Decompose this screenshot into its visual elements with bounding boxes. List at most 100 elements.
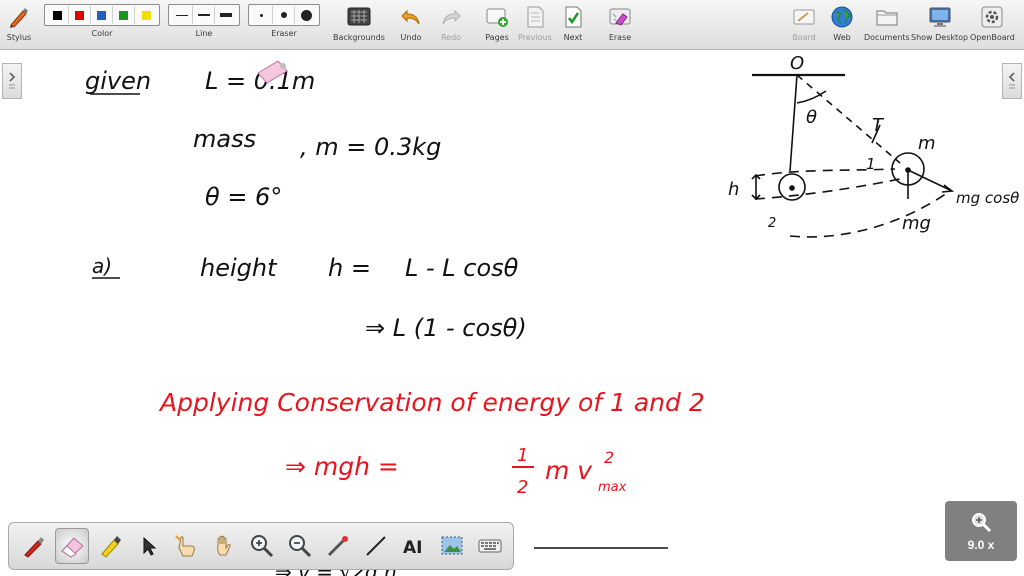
web-label: Web: [833, 33, 851, 42]
capture-icon: [441, 536, 463, 555]
add-page-icon: [484, 4, 510, 30]
pen-icon: [24, 537, 44, 558]
openboard-button[interactable]: OpenBoard: [970, 4, 1015, 42]
documents-button[interactable]: Documents: [864, 4, 910, 42]
stylus-tool[interactable]: Stylus: [6, 4, 32, 42]
marker-tool-button[interactable]: [93, 528, 127, 564]
previous-label: Previous: [518, 33, 552, 42]
eraser-small[interactable]: [251, 6, 273, 24]
part-a-label: a): [92, 254, 112, 278]
zoom-in-tool-button[interactable]: [245, 528, 279, 564]
backgrounds-button[interactable]: Backgrounds: [333, 4, 385, 42]
documents-label: Documents: [864, 33, 910, 42]
eraser-label: Eraser: [271, 29, 297, 38]
color-palette: [44, 4, 160, 26]
gear-icon: [979, 4, 1005, 30]
keyboard-tool-button[interactable]: [473, 528, 507, 564]
capture-tool-button[interactable]: [435, 528, 469, 564]
undo-icon: [398, 4, 424, 30]
previous-page-icon: [522, 4, 548, 30]
globe-icon: [829, 4, 855, 30]
height-label: height: [200, 254, 278, 282]
eraser-large[interactable]: [295, 6, 317, 24]
magnifier-icon: [972, 513, 992, 533]
folder-icon: [874, 4, 900, 30]
undo-label: Undo: [400, 33, 422, 42]
text-tool-button[interactable]: AI: [397, 528, 431, 564]
undo-button[interactable]: Undo: [398, 4, 424, 42]
color-swatch-black[interactable]: [47, 6, 69, 24]
redo-label: Redo: [440, 33, 462, 42]
tool-palette: AI: [8, 522, 514, 570]
hand-tool-button[interactable]: [207, 528, 241, 564]
conservation-text: Applying Conservation of energy of 1 and…: [158, 388, 705, 417]
monitor-icon: [927, 4, 953, 30]
angle-label: θ: [806, 107, 817, 128]
eraser-size-palette: [248, 4, 320, 26]
redo-button[interactable]: Redo: [438, 4, 464, 42]
pages-button[interactable]: Pages: [484, 4, 510, 42]
grid-icon: [346, 4, 372, 30]
show-desktop-button[interactable]: Show Desktop: [911, 4, 968, 42]
highlighter-icon: [101, 536, 121, 558]
eraser-tool-button[interactable]: [55, 528, 89, 564]
next-page-icon: [560, 4, 586, 30]
color-swatch-blue[interactable]: [91, 6, 113, 24]
interact-tool-button[interactable]: [169, 528, 203, 564]
keyboard-icon: [478, 539, 502, 553]
eraser-icon: [61, 537, 84, 558]
next-label: Next: [563, 33, 583, 42]
mass-label: mass: [193, 125, 256, 153]
zoom-indicator[interactable]: 9.0 x: [945, 501, 1017, 561]
height-simplified: ⇒ L (1 - cosθ): [365, 314, 527, 342]
pen-tool-button[interactable]: [17, 528, 51, 564]
pages-label: Pages: [485, 33, 509, 42]
eraser-tool: Eraser: [248, 4, 320, 38]
component-label: mg cosθ: [956, 189, 1019, 207]
given-text: given: [85, 67, 151, 95]
color-swatch-yellow[interactable]: [135, 6, 157, 24]
pivot-label: O: [790, 53, 804, 74]
line-thin[interactable]: [171, 6, 193, 24]
color-label: Color: [91, 29, 113, 38]
arrow-cursor-icon: [143, 536, 157, 556]
line-tool: Line: [168, 4, 240, 38]
hand-icon: [217, 535, 231, 556]
erase-button[interactable]: Erase: [607, 4, 633, 42]
text-icon: AI: [403, 538, 422, 558]
height-equation: h =: [328, 254, 371, 282]
zoom-level: 9.0 x: [967, 538, 995, 552]
eraser-medium[interactable]: [273, 6, 295, 24]
board-button[interactable]: Board: [791, 4, 817, 42]
energy-mv: m v: [545, 456, 593, 485]
web-button[interactable]: Web: [829, 4, 855, 42]
next-button[interactable]: Next: [560, 4, 586, 42]
line-tool-button[interactable]: [359, 528, 393, 564]
position-1-label: 1: [866, 155, 876, 173]
erase-board-icon: [607, 4, 633, 30]
openboard-label: OpenBoard: [970, 33, 1015, 42]
line-thick[interactable]: [215, 6, 237, 24]
color-swatch-green[interactable]: [113, 6, 135, 24]
erase-label: Erase: [608, 33, 632, 42]
redo-icon: [438, 4, 464, 30]
zoom-out-tool-button[interactable]: [283, 528, 317, 564]
laser-pointer-tool-button[interactable]: [321, 528, 355, 564]
energy-square: 2: [604, 448, 614, 467]
weight-label: mg: [902, 213, 931, 234]
energy-lhs: ⇒ mgh =: [285, 452, 399, 481]
stylus-label: Stylus: [6, 33, 32, 42]
laser-pointer-icon: [327, 536, 348, 557]
backgrounds-label: Backgrounds: [333, 33, 385, 42]
previous-button[interactable]: Previous: [518, 4, 552, 42]
position-2-label: 2: [768, 216, 776, 231]
stylus-icon: [6, 4, 32, 30]
color-swatch-red[interactable]: [69, 6, 91, 24]
drawing-board[interactable]: given L = 0.1m mass , m = 0.3kg θ = 6° a…: [0, 51, 1024, 576]
show-desktop-label: Show Desktop: [911, 33, 969, 42]
line-medium[interactable]: [193, 6, 215, 24]
selector-tool-button[interactable]: [131, 528, 165, 564]
straight-line-icon: [366, 536, 386, 556]
h-label: h: [728, 179, 739, 200]
top-toolbar: Stylus Color Line Eraser Backgrounds Und…: [0, 0, 1024, 50]
